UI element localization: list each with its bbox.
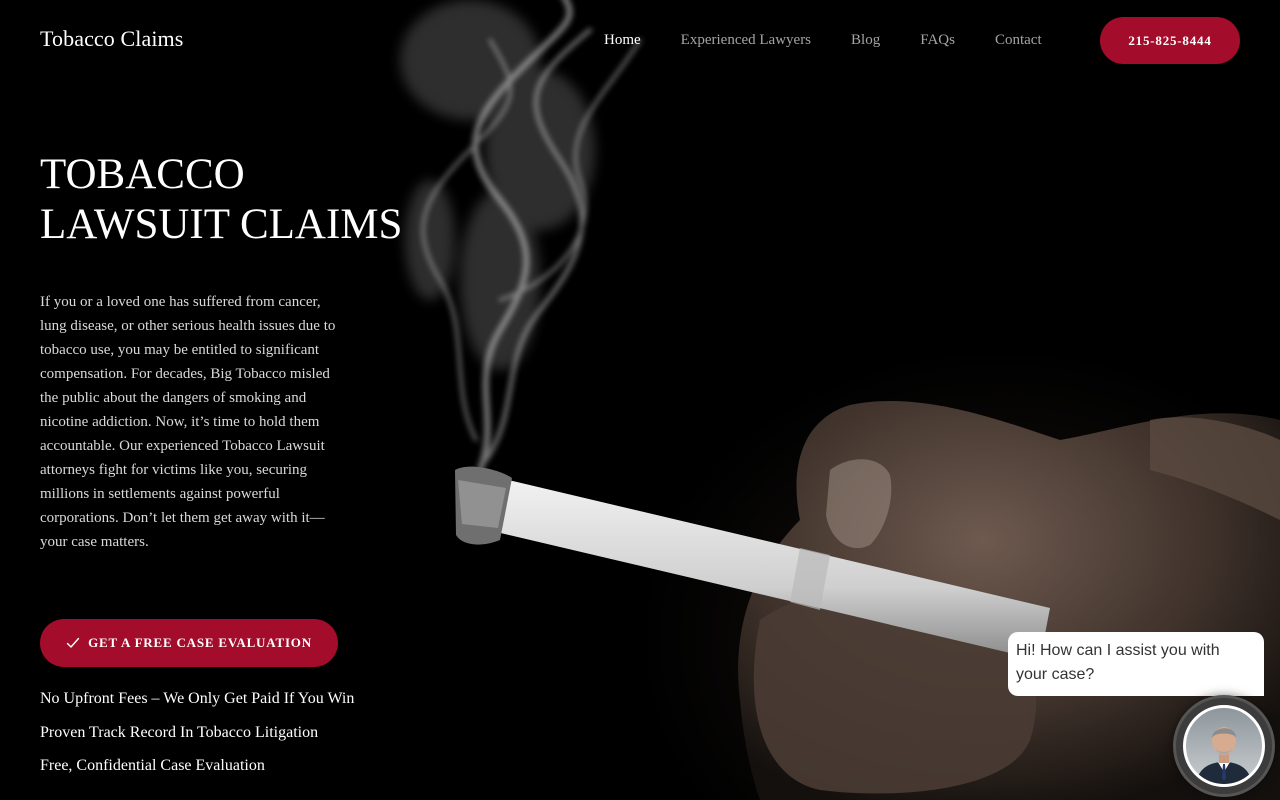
benefits-list: No Upfront Fees – We Only Get Paid If Yo…	[40, 686, 354, 787]
avatar	[1183, 705, 1265, 787]
free-case-evaluation-button[interactable]: GET A FREE CASE EVALUATION	[40, 619, 338, 667]
check-icon	[66, 637, 80, 648]
benefit-item: No Upfront Fees – We Only Get Paid If Yo…	[40, 690, 355, 707]
cta-label: GET A FREE CASE EVALUATION	[88, 635, 312, 650]
phone-call-button[interactable]: 215-825-8444	[1100, 17, 1240, 64]
page-title-line-1: TOBACCO	[40, 151, 245, 198]
nav-item-contact[interactable]: Contact	[995, 32, 1042, 49]
chat-message-bubble[interactable]: Hi! How can I assist you with your case?	[1008, 632, 1264, 696]
page-title: TOBACCO LAWSUIT CLAIMS	[40, 150, 460, 250]
lawyer-portrait-icon	[1196, 727, 1252, 784]
benefit-item: Proven Track Record In Tobacco Litigatio…	[40, 723, 319, 741]
hero-description: If you or a loved one has suffered from …	[40, 294, 336, 550]
nav-item-home[interactable]: Home	[604, 32, 641, 49]
nav-item-faqs[interactable]: FAQs	[920, 32, 955, 49]
nav-item-experienced-lawyers[interactable]: Experienced Lawyers	[681, 32, 811, 49]
benefit-item: Free, Confidential Case Evaluation	[40, 757, 265, 774]
site-logo[interactable]: Tobacco Claims	[40, 26, 183, 52]
chat-launcher-button[interactable]	[1176, 698, 1272, 794]
nav-item-blog[interactable]: Blog	[851, 32, 880, 49]
main-navigation: Home Experienced Lawyers Blog FAQs Conta…	[604, 0, 1082, 80]
page-title-line-2: LAWSUIT CLAIMS	[40, 201, 403, 248]
